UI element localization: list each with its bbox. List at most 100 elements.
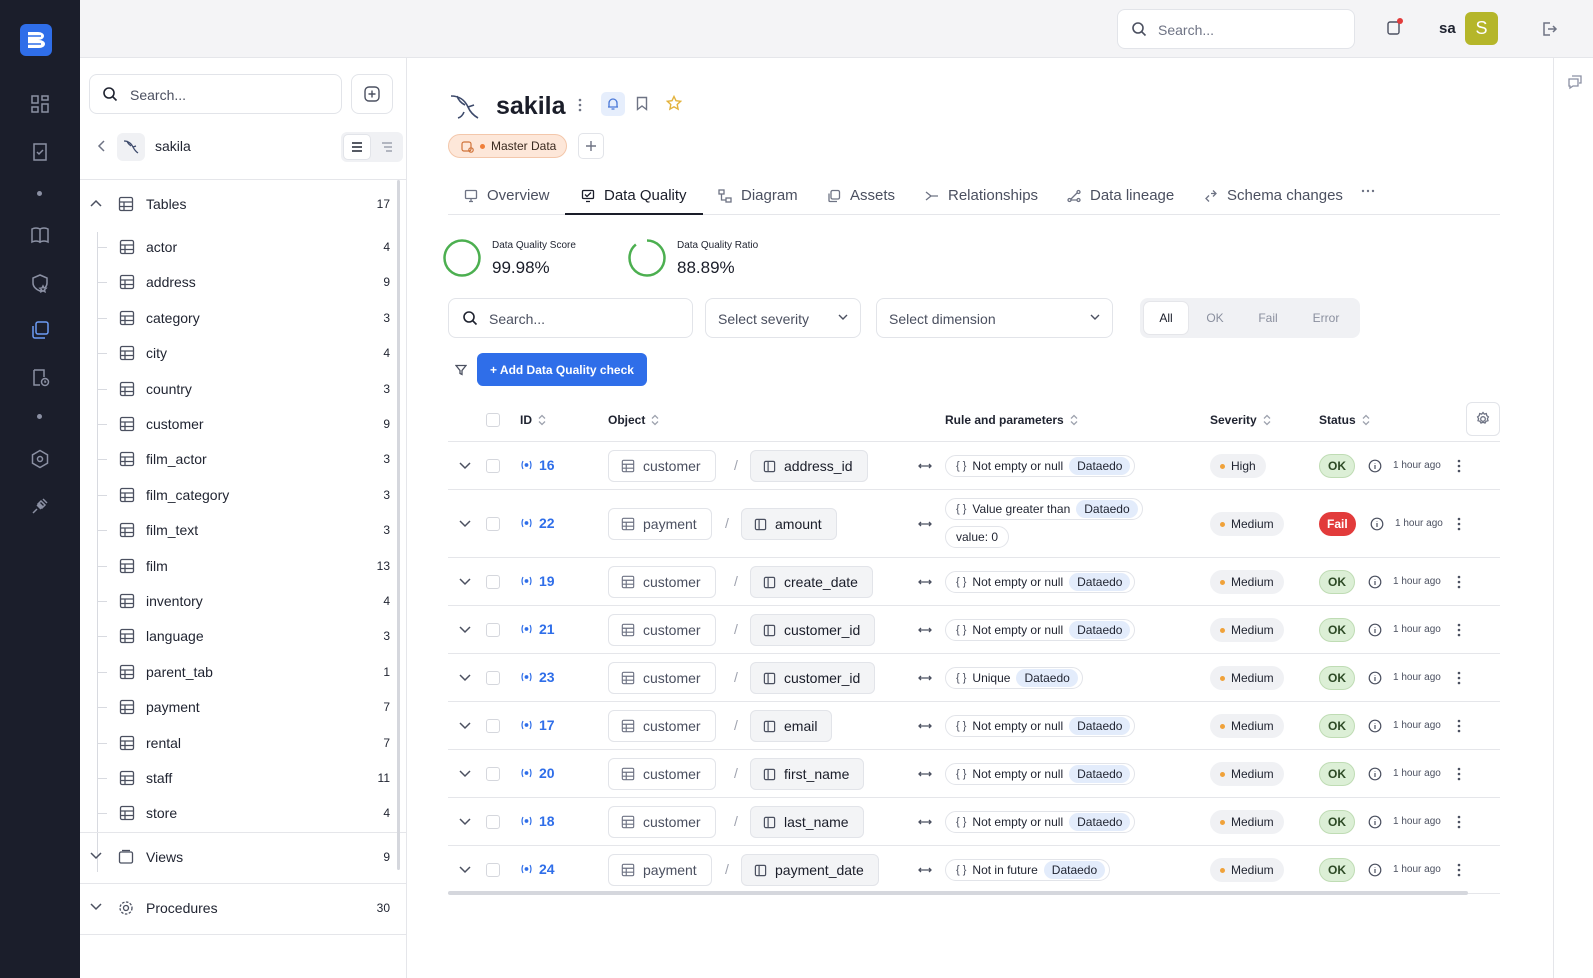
add-tag-button[interactable] — [578, 133, 604, 159]
check-id-link[interactable]: 22 — [520, 515, 555, 531]
table-row[interactable]: 20 customer / first_name { } Not empty or nul… — [448, 750, 1500, 798]
tree-item-table[interactable]: category 3 — [80, 301, 398, 335]
object-table-pill[interactable]: payment — [608, 854, 712, 886]
tree-item-table[interactable]: rental 7 — [80, 726, 398, 760]
info-icon[interactable] — [1368, 623, 1382, 637]
book-icon[interactable] — [28, 223, 52, 247]
info-icon[interactable] — [1368, 767, 1382, 781]
chevron-left-icon[interactable] — [97, 140, 107, 152]
tree-item-table[interactable]: film_actor 3 — [80, 442, 398, 476]
row-more-icon[interactable] — [1457, 575, 1461, 589]
more-vertical-icon[interactable] — [578, 98, 582, 112]
tree-scrollbar[interactable] — [397, 180, 400, 870]
severity-select[interactable]: Select severity — [705, 298, 861, 338]
expand-row-icon[interactable] — [459, 866, 471, 874]
info-icon[interactable] — [1368, 459, 1382, 473]
table-row[interactable]: 21 customer / customer_id { } Not empty or nu… — [448, 606, 1500, 654]
tab-relationships[interactable]: Relationships — [925, 178, 1038, 215]
rule-chip[interactable]: { } Unique Dataedo — [945, 667, 1083, 689]
column-settings-button[interactable] — [1466, 402, 1500, 436]
tree-group-views[interactable]: Views 9 — [80, 833, 398, 883]
expand-row-icon[interactable] — [459, 520, 471, 528]
tree-item-table[interactable]: language 3 — [80, 619, 398, 653]
check-id-link[interactable]: 18 — [520, 813, 555, 829]
rule-chip[interactable]: { } Not empty or null Dataedo — [945, 811, 1136, 833]
status-filter-all[interactable]: All — [1144, 302, 1188, 334]
hexagon-settings-icon[interactable] — [28, 447, 52, 471]
row-checkbox[interactable] — [486, 767, 500, 781]
expand-row-icon[interactable] — [459, 626, 471, 634]
table-row[interactable]: 23 customer / customer_id { } Unique Dataedo Me… — [448, 654, 1500, 702]
column-status[interactable]: Status — [1319, 413, 1370, 427]
tree-item-table[interactable]: store 4 — [80, 796, 398, 830]
info-icon[interactable] — [1368, 719, 1382, 733]
select-all-checkbox[interactable] — [486, 413, 500, 427]
tree-item-table[interactable]: film_category 3 — [80, 478, 398, 512]
object-table-pill[interactable]: customer — [608, 758, 716, 790]
expand-row-icon[interactable] — [459, 674, 471, 682]
object-column-pill[interactable]: customer_id — [750, 662, 876, 694]
expand-row-icon[interactable] — [459, 770, 471, 778]
object-column-pill[interactable]: payment_date — [741, 854, 879, 886]
table-row[interactable]: 22 payment / amount { } Value greater than Dat… — [448, 490, 1500, 558]
tab-assets[interactable]: Assets — [827, 178, 895, 215]
object-table-pill[interactable]: customer — [608, 710, 716, 742]
tree-view-button[interactable] — [374, 135, 400, 159]
star-icon[interactable] — [666, 95, 682, 111]
table-row[interactable]: 18 customer / last_name { } Not empty or null… — [448, 798, 1500, 846]
tab-data-quality[interactable]: Data Quality — [565, 178, 703, 215]
rule-chip[interactable]: { } Not empty or null Dataedo — [945, 763, 1136, 785]
check-id-link[interactable]: 20 — [520, 765, 555, 781]
row-more-icon[interactable] — [1457, 815, 1461, 829]
check-id-link[interactable]: 16 — [520, 457, 555, 473]
tab-overview[interactable]: Overview — [464, 178, 550, 215]
row-more-icon[interactable] — [1457, 719, 1461, 733]
object-column-pill[interactable]: address_id — [750, 450, 868, 482]
tree-item-table[interactable]: country 3 — [80, 372, 398, 406]
dashboard-icon[interactable] — [28, 92, 52, 116]
table-row[interactable]: 19 customer / create_date { } Not empty or nu… — [448, 558, 1500, 606]
tree-item-table[interactable]: payment 7 — [80, 690, 398, 724]
tree-item-table[interactable]: actor 4 — [80, 230, 398, 264]
tree-item-table[interactable]: film_text 3 — [80, 513, 398, 547]
row-checkbox[interactable] — [486, 719, 500, 733]
tree-item-table[interactable]: inventory 4 — [80, 584, 398, 618]
object-table-pill[interactable]: payment — [608, 508, 712, 540]
tree-item-table[interactable]: staff 11 — [80, 761, 398, 795]
rule-chip[interactable]: { } Not empty or null Dataedo — [945, 571, 1136, 593]
table-horizontal-scrollbar[interactable] — [448, 891, 1468, 895]
catalog-icon[interactable] — [28, 318, 52, 342]
global-search-input[interactable] — [1158, 19, 1338, 41]
filter-icon[interactable] — [455, 364, 467, 376]
tree-item-table[interactable]: customer 9 — [80, 407, 398, 441]
check-id-link[interactable]: 21 — [520, 621, 555, 637]
row-checkbox[interactable] — [486, 623, 500, 637]
dimension-select[interactable]: Select dimension — [876, 298, 1113, 338]
checks-search[interactable] — [448, 298, 693, 338]
row-more-icon[interactable] — [1457, 517, 1461, 531]
app-logo[interactable] — [20, 24, 52, 56]
row-checkbox[interactable] — [486, 815, 500, 829]
expand-row-icon[interactable] — [459, 722, 471, 730]
object-column-pill[interactable]: amount — [741, 508, 837, 540]
row-more-icon[interactable] — [1457, 767, 1461, 781]
check-id-link[interactable]: 23 — [520, 669, 555, 685]
more-tabs-button[interactable] — [1361, 178, 1375, 215]
status-filter-ok[interactable]: OK — [1194, 302, 1236, 334]
table-row[interactable]: 17 customer / email { } Not empty or null Data… — [448, 702, 1500, 750]
watch-button[interactable] — [601, 92, 625, 116]
clipboard-clock-icon[interactable] — [28, 365, 52, 389]
tab-diagram[interactable]: Diagram — [718, 178, 798, 215]
tab-data-lineage[interactable]: Data lineage — [1067, 178, 1174, 215]
plug-icon[interactable] — [28, 494, 52, 518]
check-id-link[interactable]: 19 — [520, 573, 555, 589]
logout-icon[interactable] — [1540, 20, 1558, 43]
table-row[interactable]: 24 payment / payment_date { } Not in future Da… — [448, 846, 1500, 894]
row-checkbox[interactable] — [486, 671, 500, 685]
tree-item-table[interactable]: city 4 — [80, 336, 398, 370]
tree-search-input[interactable] — [130, 84, 330, 106]
object-table-pill[interactable]: customer — [608, 614, 716, 646]
expand-row-icon[interactable] — [459, 462, 471, 470]
tree-group-procedures[interactable]: Procedures 30 — [80, 884, 398, 934]
tab-schema-changes[interactable]: Schema changes — [1204, 178, 1343, 215]
